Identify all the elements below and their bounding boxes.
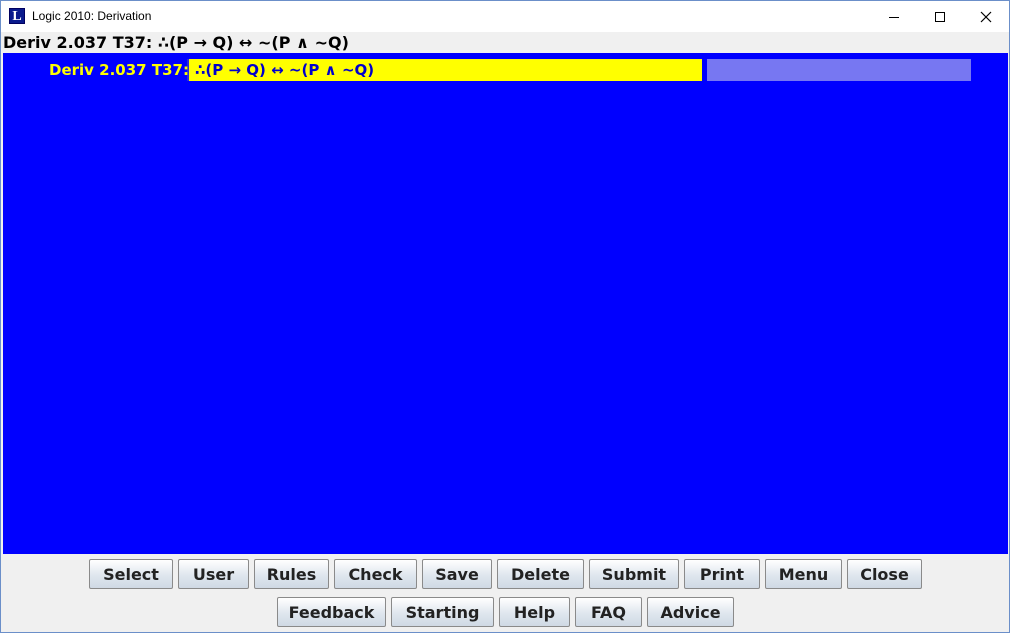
derivation-line-label: Deriv 2.037 T37:: [47, 59, 189, 81]
justification-field[interactable]: [707, 59, 971, 81]
minimize-button[interactable]: [871, 1, 917, 32]
minimize-icon: [889, 16, 899, 18]
check-button[interactable]: Check: [334, 559, 417, 589]
button-bar: Select User Rules Check Save Delete Subm…: [1, 554, 1009, 632]
close-button[interactable]: Close: [847, 559, 922, 589]
delete-button[interactable]: Delete: [497, 559, 584, 589]
feedback-button[interactable]: Feedback: [277, 597, 386, 627]
derivation-label-text: Deriv 2.037 T37:: [49, 61, 189, 79]
derivation-workspace[interactable]: Deriv 2.037 T37: ∴(P → Q) ↔ ~(P ∧ ~Q): [3, 53, 1008, 554]
rules-button[interactable]: Rules: [254, 559, 329, 589]
starting-button[interactable]: Starting: [391, 597, 494, 627]
formula-field[interactable]: ∴(P → Q) ↔ ~(P ∧ ~Q): [189, 59, 702, 81]
select-button[interactable]: Select: [89, 559, 173, 589]
faq-button[interactable]: FAQ: [575, 597, 642, 627]
advice-button[interactable]: Advice: [647, 597, 734, 627]
close-window-button[interactable]: [963, 1, 1009, 32]
print-button[interactable]: Print: [684, 559, 760, 589]
user-button[interactable]: User: [178, 559, 249, 589]
help-button[interactable]: Help: [499, 597, 570, 627]
save-button[interactable]: Save: [422, 559, 492, 589]
maximize-button[interactable]: [917, 1, 963, 32]
close-icon: [980, 11, 992, 22]
menu-button[interactable]: Menu: [765, 559, 842, 589]
window-title: Logic 2010: Derivation: [32, 9, 152, 23]
title-bar[interactable]: L Logic 2010: Derivation: [1, 1, 1009, 32]
problem-header: Deriv 2.037 T37: ∴(P → Q) ↔ ~(P ∧ ~Q): [1, 32, 1009, 52]
app-logo-icon: L: [9, 8, 25, 24]
submit-button[interactable]: Submit: [589, 559, 679, 589]
app-window: L Logic 2010: Derivation Deriv 2.037 T37…: [0, 0, 1010, 633]
problem-header-text: Deriv 2.037 T37: ∴(P → Q) ↔ ~(P ∧ ~Q): [3, 33, 349, 52]
maximize-icon: [935, 11, 945, 22]
formula-text: ∴(P → Q) ↔ ~(P ∧ ~Q): [195, 61, 375, 79]
